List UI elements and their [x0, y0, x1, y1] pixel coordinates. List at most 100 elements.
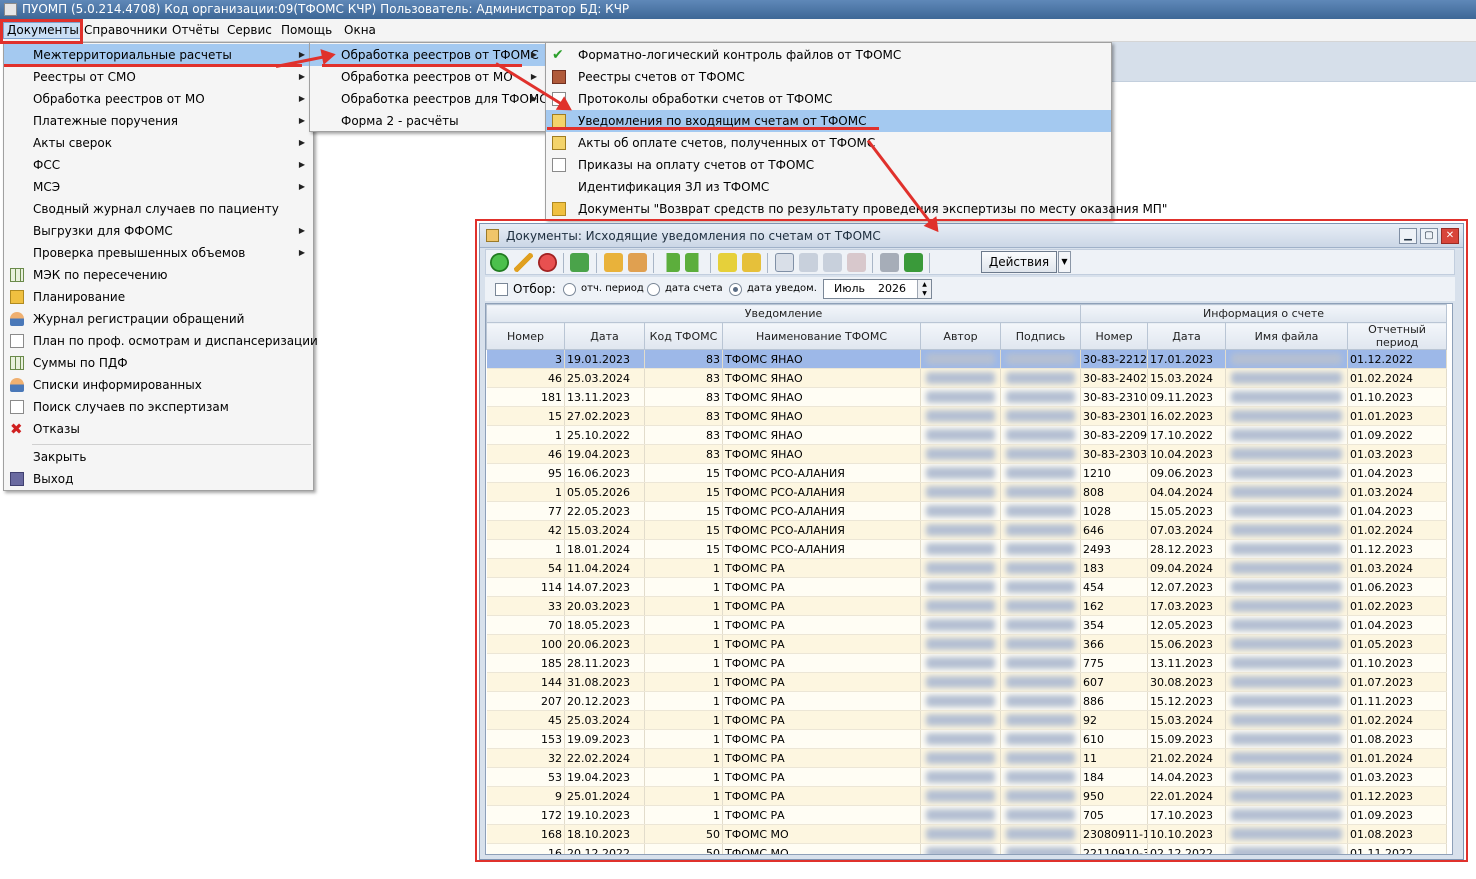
- tfoms-menu-item-4[interactable]: Акты об оплате счетов, полученных от ТФО…: [546, 132, 1111, 154]
- submenu-arrow-icon: ▶: [298, 116, 305, 125]
- menu-item-label: Документы "Возврат средств по результату…: [578, 202, 1168, 216]
- document-icon: [552, 158, 566, 172]
- user-icon: [10, 312, 24, 326]
- menu-item-label: ФСС: [33, 158, 61, 172]
- menu-reports[interactable]: Отчёты: [169, 22, 222, 39]
- annotation-underline-1: [4, 64, 302, 67]
- app-title: ПУОМП (5.0.214.4708) Код организации:09(…: [22, 2, 630, 16]
- documents-menu-item-2[interactable]: Обработка реестров от МО ▶: [4, 88, 313, 110]
- menu-item-label: Выход: [33, 472, 74, 486]
- menu-item-label: Суммы по ПДФ: [33, 356, 128, 370]
- menu-item-label: Проверка превышенных объемов: [33, 246, 246, 260]
- menu-item-label: Реестры от СМО: [33, 70, 136, 84]
- submenu-arrow-icon: ▶: [298, 248, 305, 257]
- menu-item-label: МСЭ: [33, 180, 61, 194]
- documents-menu-item-4[interactable]: Акты сверок ▶: [4, 132, 313, 154]
- tfoms-menu-item-1[interactable]: Реестры счетов от ТФОМС: [546, 66, 1111, 88]
- annotation-underline-2: [322, 64, 522, 67]
- annotation-box-documents: [0, 19, 83, 44]
- tfoms-menu-item-7[interactable]: Документы "Возврат средств по результату…: [546, 198, 1167, 220]
- documents-menu-item-5[interactable]: ФСС ▶: [4, 154, 313, 176]
- menu-bar: Документы Справочники Отчёты Сервис Помо…: [0, 19, 1476, 42]
- interterritorial-menu-item-0[interactable]: Обработка реестров от ТФОМС ▶: [310, 44, 545, 66]
- red-x-icon: ✖: [10, 420, 23, 438]
- documents-menu: Межтерриториальные расчеты ▶ Реестры от СМ…: [3, 42, 318, 491]
- menu-item-label: Обработка реестров для ТФОМС: [341, 92, 548, 106]
- document-icon: [10, 334, 24, 348]
- menu-item-label: Платежные поручения: [33, 114, 178, 128]
- submenu-arrow-icon: ▶: [298, 160, 305, 169]
- submenu-arrow-icon: ▶: [298, 94, 305, 103]
- documents-menu-item-10[interactable]: МЭК по пересечению: [4, 264, 313, 286]
- documents-menu-item-15[interactable]: Списки информированных: [4, 374, 313, 396]
- tfoms-menu-item-5[interactable]: Приказы на оплату счетов от ТФОМС: [546, 154, 1111, 176]
- interterritorial-submenu: Обработка реестров от ТФОМС ▶ Обработка ре…: [309, 42, 548, 132]
- menu-item-label: Журнал регистрации обращений: [33, 312, 245, 326]
- menu-item-label: МЭК по пересечению: [33, 268, 168, 282]
- envelope-icon: [552, 136, 566, 150]
- submenu-arrow-icon: ▶: [298, 226, 305, 235]
- menu-help[interactable]: Помощь: [278, 22, 335, 39]
- grid-icon: [10, 356, 24, 370]
- menu-item-label: Идентификация ЗЛ из ТФОМС: [578, 180, 770, 194]
- submenu-arrow-icon: ▶: [530, 50, 537, 59]
- menu-item-label: Реестры счетов от ТФОМС: [578, 70, 745, 84]
- documents-menu-item-13[interactable]: План по проф. осмотрам и диспансеризации: [4, 330, 318, 352]
- menu-service[interactable]: Сервис: [224, 22, 275, 39]
- documents-menu-item-7[interactable]: Сводный журнал случаев по пациенту: [4, 198, 313, 220]
- tfoms-menu-item-6[interactable]: Идентификация ЗЛ из ТФОМС: [546, 176, 1111, 198]
- annotation-underline-3: [547, 127, 879, 130]
- checkmark-icon: ✔: [552, 47, 564, 63]
- documents-menu-item-1[interactable]: Реестры от СМО ▶: [4, 66, 313, 88]
- documents-menu-item-8[interactable]: Выгрузки для ФФОМС ▶: [4, 220, 313, 242]
- envelope-icon: [552, 114, 566, 128]
- submenu-arrow-icon: ▶: [530, 94, 537, 103]
- menu-item-label: План по проф. осмотрам и диспансеризации: [33, 334, 318, 348]
- menu-item-label: Закрыть: [33, 450, 87, 464]
- menu-item-label: Отказы: [33, 422, 80, 436]
- menu-item-label: Обработка реестров от МО: [341, 70, 513, 84]
- interterritorial-menu-item-2[interactable]: Обработка реестров для ТФОМС ▶: [310, 88, 548, 110]
- mdi-toolbar-strip: [1110, 42, 1476, 82]
- documents-menu-item-14[interactable]: Суммы по ПДФ: [4, 352, 313, 374]
- submenu-arrow-icon: ▶: [298, 182, 305, 191]
- documents-menu-item-16[interactable]: Поиск случаев по экспертизам: [4, 396, 313, 418]
- documents-menu-item-17[interactable]: ✖ Отказы: [4, 418, 313, 440]
- tfoms-menu-item-0[interactable]: ✔ Форматно-логический контроль файлов от …: [546, 44, 1111, 66]
- documents-menu-item-19[interactable]: Выход: [4, 468, 313, 490]
- menu-item-label: Межтерриториальные расчеты: [33, 48, 232, 62]
- grid-icon: [10, 268, 24, 282]
- search-document-icon: [10, 400, 24, 414]
- documents-menu-item-9[interactable]: Проверка превышенных объемов ▶: [4, 242, 313, 264]
- menu-item-label: Сводный журнал случаев по пациенту: [33, 202, 279, 216]
- interterritorial-menu-item-3[interactable]: Форма 2 - расчёты: [310, 110, 545, 132]
- menu-item-label: Форма 2 - расчёты: [341, 114, 459, 128]
- tfoms-registries-submenu: ✔ Форматно-логический контроль файлов от …: [545, 42, 1167, 220]
- menu-item-label: Протоколы обработки счетов от ТФОМС: [578, 92, 833, 106]
- menu-item-label: Поиск случаев по экспертизам: [33, 400, 229, 414]
- submenu-arrow-icon: ▶: [298, 72, 305, 81]
- documents-menu-item-0[interactable]: Межтерриториальные расчеты ▶: [4, 44, 313, 66]
- chart-icon: [552, 202, 566, 216]
- book-icon: [552, 70, 566, 84]
- documents-menu-item-12[interactable]: Журнал регистрации обращений: [4, 308, 313, 330]
- exit-icon: [10, 472, 24, 486]
- planning-icon: [10, 290, 24, 304]
- menu-item-label: Списки информированных: [33, 378, 202, 392]
- menu-item-label: Приказы на оплату счетов от ТФОМС: [578, 158, 815, 172]
- menu-item-label: Форматно-логический контроль файлов от Т…: [578, 48, 902, 62]
- documents-menu-item-11[interactable]: Планирование: [4, 286, 313, 308]
- documents-menu-item-18[interactable]: Закрыть: [4, 446, 313, 468]
- documents-menu-item-3[interactable]: Платежные поручения ▶: [4, 110, 313, 132]
- documents-menu-item-6[interactable]: МСЭ ▶: [4, 176, 313, 198]
- annotation-box-window: [475, 219, 1468, 862]
- app-title-bar: ПУОМП (5.0.214.4708) Код организации:09(…: [0, 0, 1476, 19]
- menu-references[interactable]: Справочники: [81, 22, 170, 39]
- menu-windows[interactable]: Окна: [341, 22, 379, 39]
- menu-item-label: Обработка реестров от ТФОМС: [341, 48, 539, 62]
- menu-item-label: Обработка реестров от МО: [33, 92, 205, 106]
- tfoms-menu-item-2[interactable]: Протоколы обработки счетов от ТФОМС: [546, 88, 1111, 110]
- menu-item-label: Планирование: [33, 290, 126, 304]
- menu-item-label: Акты об оплате счетов, полученных от ТФО…: [578, 136, 876, 150]
- user-icon: [10, 378, 24, 392]
